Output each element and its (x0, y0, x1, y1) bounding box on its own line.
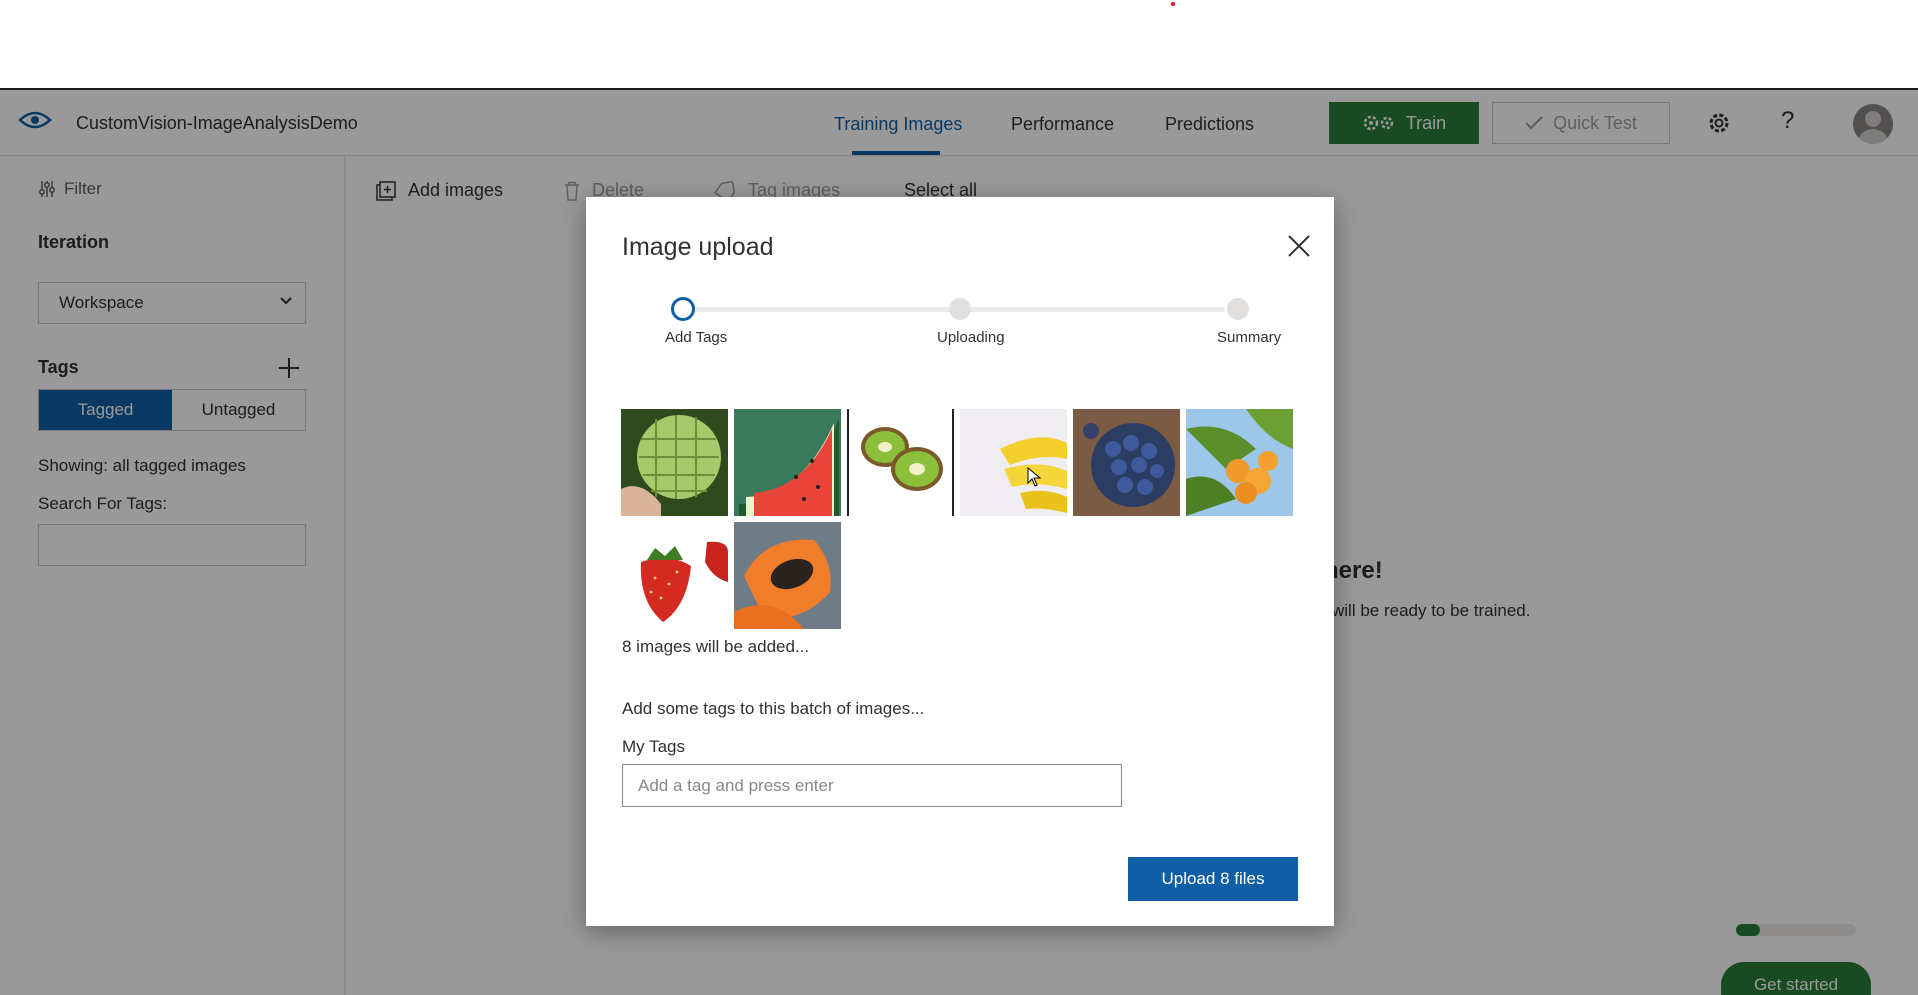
thumbnail-kiwi (847, 409, 954, 516)
dialog-title: Image upload (622, 233, 774, 261)
step-summary-marker (1227, 298, 1249, 320)
step-uploading-label: Uploading (937, 329, 1005, 346)
screen-top-strip (0, 0, 1918, 88)
close-icon[interactable] (1286, 233, 1312, 259)
my-tags-label: My Tags (622, 737, 685, 756)
mouse-cursor-icon (1027, 467, 1041, 487)
step-add-tags-marker (671, 297, 695, 321)
thumbnail-watermelon (734, 409, 841, 516)
upload-files-button[interactable]: Upload 8 files (1128, 857, 1298, 901)
recording-dot (1171, 2, 1175, 6)
image-upload-dialog: Image upload Add Tags Uploading Summary (586, 197, 1334, 926)
images-count-text: 8 images will be added... (622, 637, 810, 656)
step-summary-label: Summary (1217, 329, 1282, 346)
step-add-tags-label: Add Tags (665, 329, 728, 346)
thumbnail-apricots (1186, 409, 1293, 516)
thumbnail-strawberries (621, 522, 728, 629)
thumbnail-banana (960, 409, 1067, 516)
thumbnail-papaya (734, 522, 841, 629)
batch-tags-prompt: Add some tags to this batch of images... (622, 699, 925, 718)
tag-input[interactable] (622, 764, 1122, 807)
step-uploading-marker (949, 298, 971, 320)
thumbnail-custard-apple (621, 409, 728, 516)
thumbnail-blueberries (1073, 409, 1180, 516)
